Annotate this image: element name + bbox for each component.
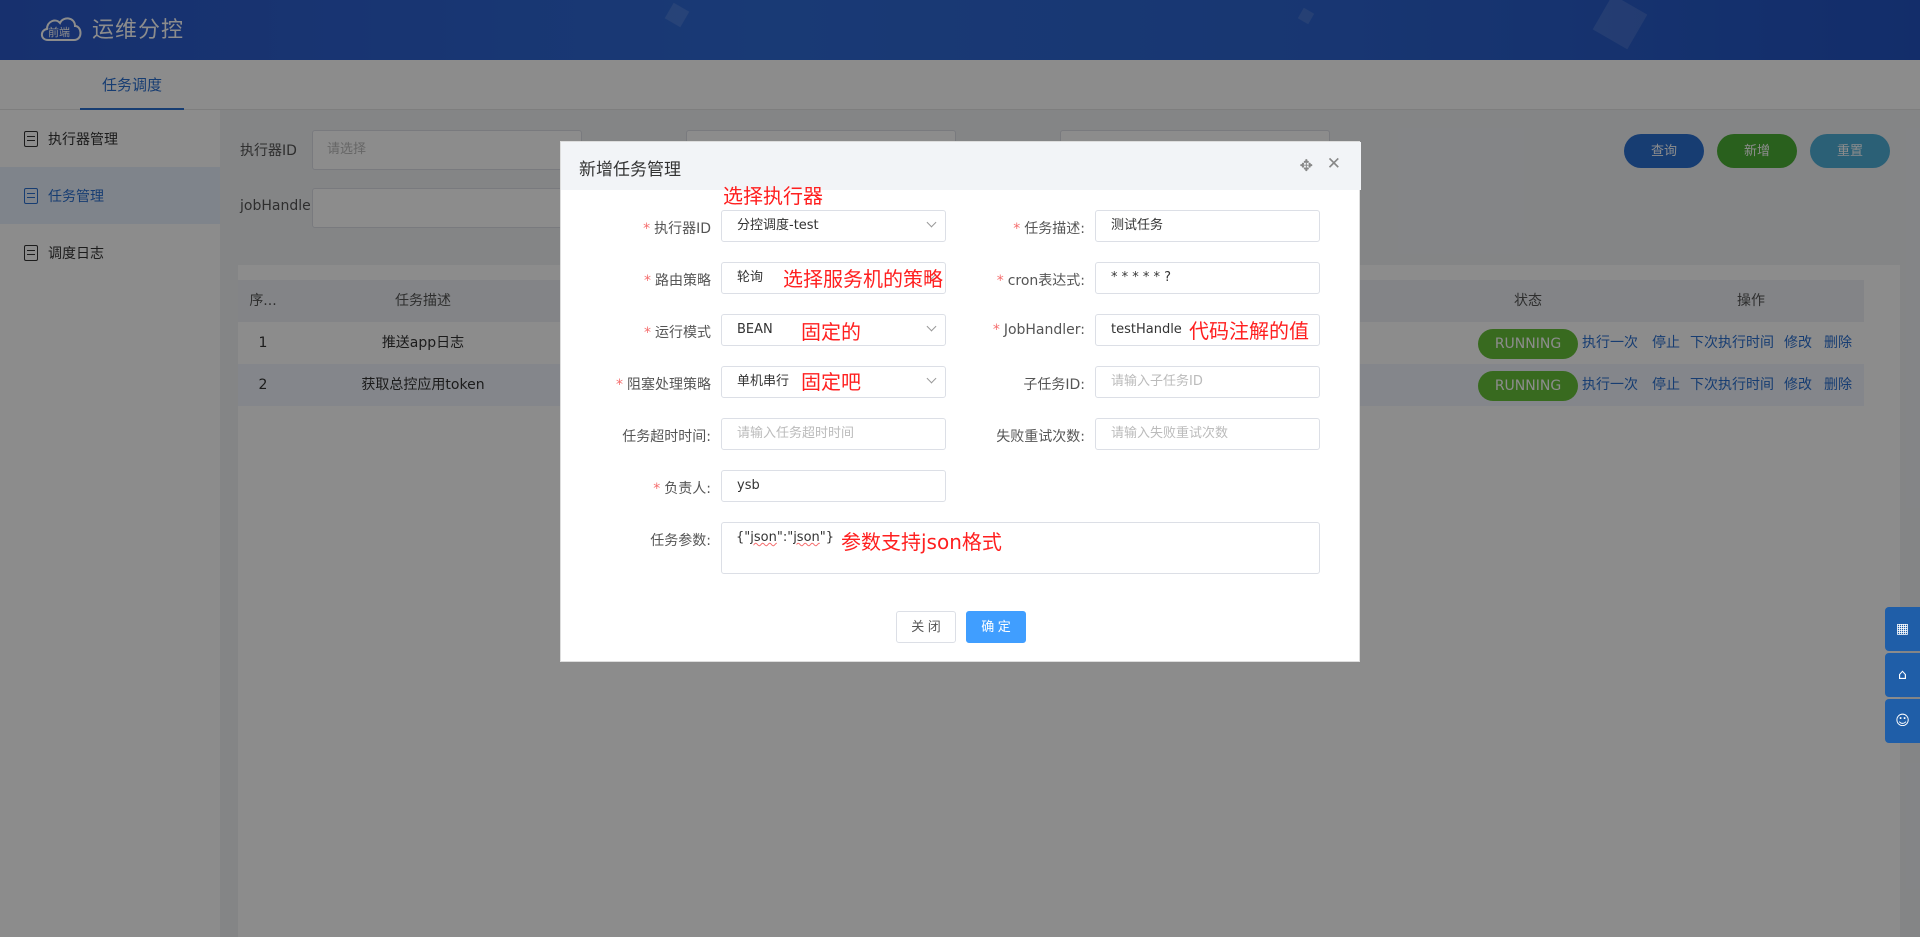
move-icon[interactable]: ✥ <box>1300 156 1313 175</box>
params-field-label: 任务参数: <box>650 533 711 549</box>
annotation-route: 选择服务机的策略 <box>783 267 943 291</box>
desc-input[interactable]: 测试任务 <box>1095 210 1320 242</box>
timeout-input[interactable]: 请输入任务超时时间 <box>721 418 946 450</box>
desc-field-label: * 任务描述: <box>1013 221 1085 237</box>
executor-field-label: * 执行器ID <box>643 221 711 237</box>
confirm-button[interactable]: 确 定 <box>966 611 1026 643</box>
params-textarea[interactable]: {"json":"json"} <box>721 522 1320 574</box>
jobhandler-field-label: * JobHandler: <box>992 322 1085 338</box>
dialog-header: 新增任务管理 ✥ ✕ <box>561 142 1361 190</box>
mode-field-label: * 运行模式 <box>644 325 711 341</box>
child-task-input[interactable]: 请输入子任务ID <box>1095 366 1320 398</box>
close-button[interactable]: 关 闭 <box>896 611 956 643</box>
annotation-executor: 选择执行器 <box>723 184 823 208</box>
owner-input[interactable]: ysb <box>721 470 946 502</box>
annotation-mode: 固定的 <box>801 320 861 344</box>
cron-field-label: * cron表达式: <box>996 273 1085 289</box>
add-task-dialog: 新增任务管理 ✥ ✕ * 执行器ID 分控调度-test 选择执行器 * 任务描述:… <box>560 141 1361 662</box>
timeout-field-label: 任务超时时间: <box>622 429 711 445</box>
retry-field-label: 失败重试次数: <box>996 429 1085 445</box>
annotation-params: 参数支持json格式 <box>841 530 1002 554</box>
block-field-label: * 阻塞处理策略 <box>616 377 711 393</box>
cron-input[interactable]: * * * * * ? <box>1095 262 1320 294</box>
close-icon[interactable]: ✕ <box>1327 154 1341 174</box>
child-field-label: 子任务ID: <box>1023 377 1085 393</box>
annotation-jobhandler: 代码注解的值 <box>1189 319 1309 343</box>
float-home-icon[interactable]: ⌂ <box>1885 653 1920 697</box>
executor-select[interactable]: 分控调度-test <box>721 210 946 242</box>
dialog-title: 新增任务管理 <box>579 160 681 180</box>
owner-field-label: * 负责人: <box>653 481 711 497</box>
float-document-icon[interactable]: ▦ <box>1885 607 1920 651</box>
retry-input[interactable]: 请输入失败重试次数 <box>1095 418 1320 450</box>
float-support-icon[interactable]: ☺ <box>1885 699 1920 743</box>
route-field-label: * 路由策略 <box>644 273 711 289</box>
annotation-block: 固定吧 <box>801 370 861 394</box>
